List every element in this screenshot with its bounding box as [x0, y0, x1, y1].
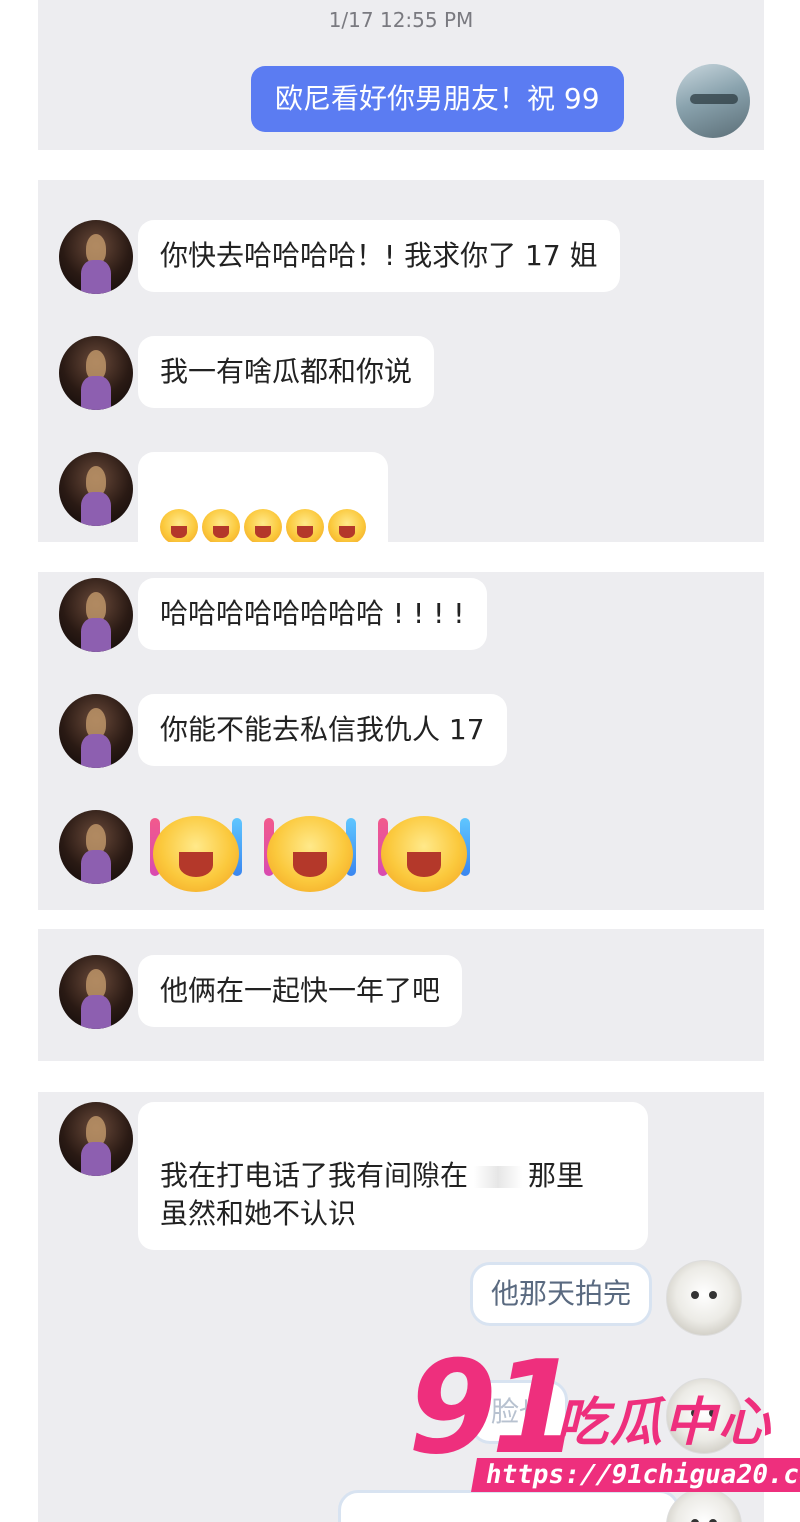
laughing-cheer-sticker-icon: [378, 812, 470, 896]
message-timestamp: 1/17 12:55 PM: [328, 8, 474, 32]
sticker-message[interactable]: [150, 812, 470, 896]
contact-avatar[interactable]: [59, 694, 133, 768]
contact-avatar[interactable]: [59, 336, 133, 410]
contact-avatar[interactable]: [59, 810, 133, 884]
watermark-brand: 吃瓜中心: [556, 1393, 773, 1453]
laughing-cheer-emoji-icon: [286, 509, 324, 542]
contact-avatar[interactable]: [59, 578, 133, 652]
incoming-message[interactable]: 他俩在一起快一年了吧: [138, 955, 463, 1027]
watermark-url: https://91chigua20.com: [471, 1458, 800, 1492]
laughing-cheer-emoji-icon: [160, 509, 198, 542]
emoji-message[interactable]: [138, 452, 388, 542]
message-group-4: 他俩在一起快一年了吧: [38, 929, 764, 1061]
incoming-message-line: 我在打电话了我有间隙在: [160, 1159, 469, 1192]
incoming-message[interactable]: 我一有啥瓜都和你说: [138, 336, 435, 408]
laughing-cheer-sticker-icon: [150, 812, 242, 896]
watermark-number: 91: [408, 1334, 580, 1483]
contact-avatar[interactable]: [59, 955, 133, 1029]
laughing-cheer-emoji-icon: [244, 509, 282, 542]
message-group-2: 你快去哈哈哈哈！! 我求你了 17 姐 我一有啥瓜都和你说: [38, 180, 764, 542]
incoming-message-line: 那里: [528, 1159, 585, 1192]
incoming-message[interactable]: 哈哈哈哈哈哈哈哈 ! ! ! !: [138, 578, 487, 650]
laughing-cheer-sticker-icon: [264, 812, 356, 896]
message-group-1: 1/17 12:55 PM 欧尼看好你男朋友！祝 99: [38, 0, 764, 150]
self-avatar[interactable]: [666, 1260, 742, 1336]
outgoing-message[interactable]: 他那天拍完: [470, 1262, 653, 1326]
laughing-cheer-emoji-icon: [202, 509, 240, 542]
contact-avatar[interactable]: [59, 220, 133, 294]
contact-avatar[interactable]: [59, 452, 133, 526]
incoming-message-line: 虽然和她不认识: [160, 1197, 357, 1230]
redacted-name: [474, 1166, 523, 1188]
incoming-message[interactable]: 我在打电话了我有间隙在 那里虽然和她不认识: [138, 1102, 648, 1250]
message-group-3: 哈哈哈哈哈哈哈哈 ! ! ! ! 你能不能去私信我仇人 17: [38, 572, 764, 910]
outgoing-message[interactable]: 欧尼看好你男朋友！祝 99: [251, 66, 624, 132]
incoming-message[interactable]: 你能不能去私信我仇人 17: [138, 694, 507, 766]
contact-avatar[interactable]: [59, 1102, 133, 1176]
incoming-message[interactable]: 你快去哈哈哈哈！! 我求你了 17 姐: [138, 220, 620, 292]
self-avatar[interactable]: [676, 64, 750, 138]
site-watermark: 91 吃瓜中心 https://91chigua20.com: [408, 1345, 800, 1522]
winking-tongue-emoji-icon: [328, 509, 366, 542]
